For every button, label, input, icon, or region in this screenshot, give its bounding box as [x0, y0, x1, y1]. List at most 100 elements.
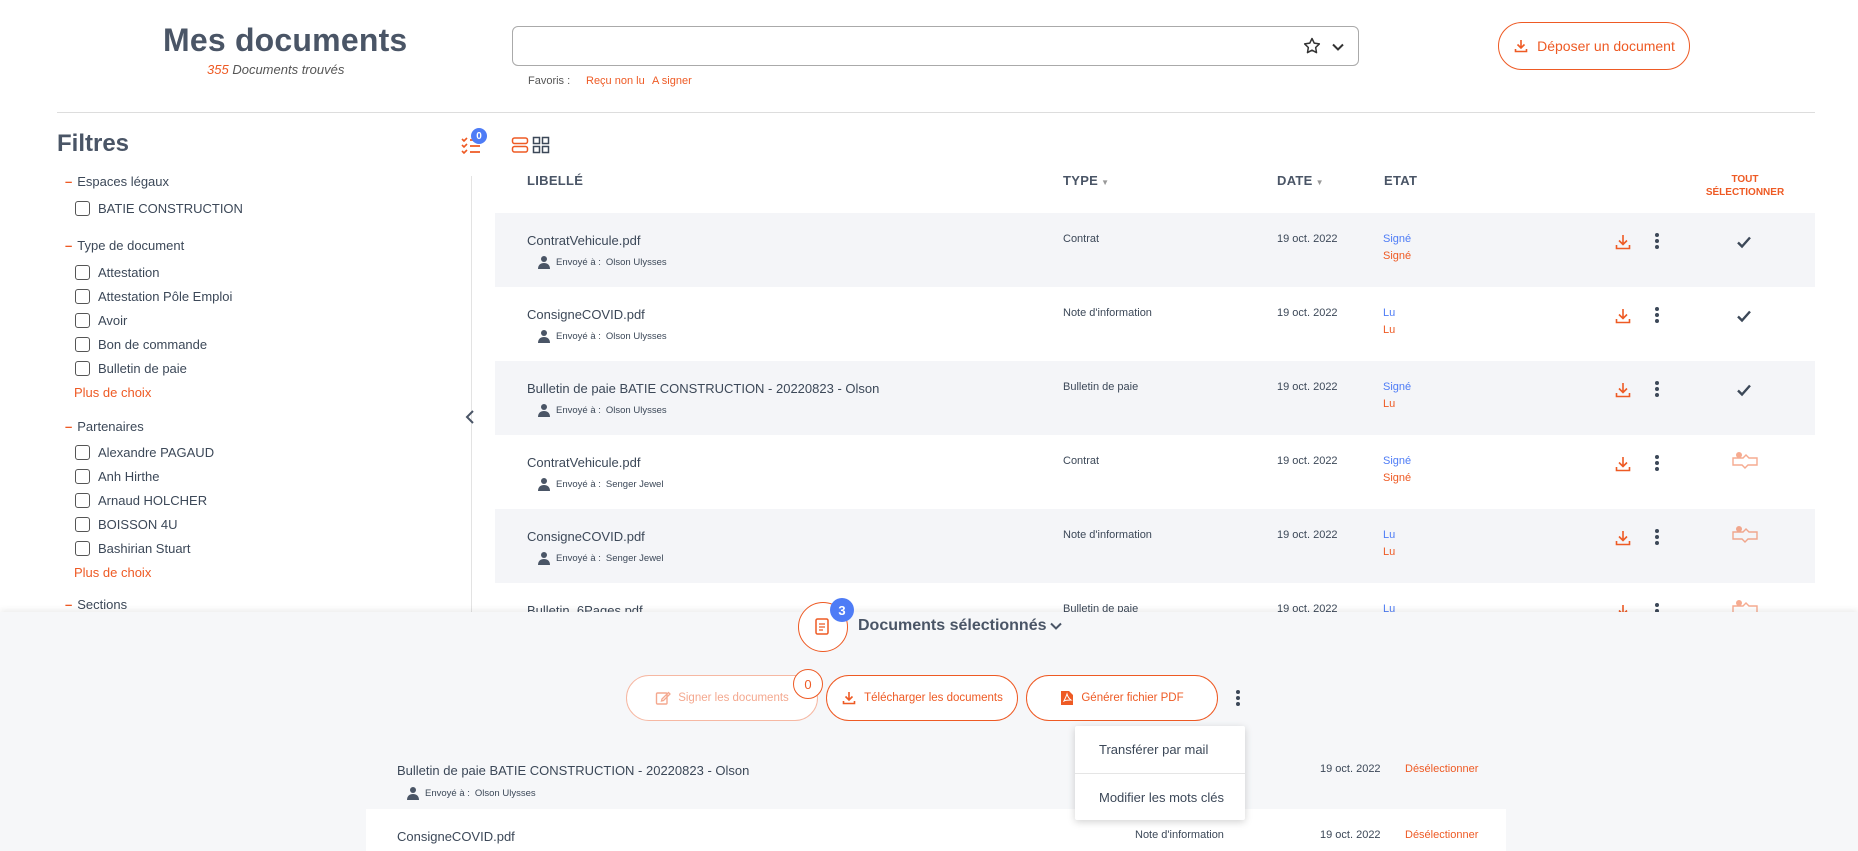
- filter-item-label: Bashirian Stuart: [98, 541, 191, 556]
- more-vertical-icon[interactable]: [1234, 688, 1242, 708]
- grid-view-icon[interactable]: [532, 136, 550, 154]
- check-icon[interactable]: [1735, 233, 1753, 251]
- download-icon[interactable]: [1614, 381, 1632, 399]
- download-icon[interactable]: [1614, 307, 1632, 325]
- filter-item-boisson-4u[interactable]: BOISSON 4U: [75, 517, 177, 532]
- search-input[interactable]: [513, 27, 1273, 65]
- checkbox[interactable]: [75, 493, 90, 508]
- menu-item-transfer-mail[interactable]: Transférer par mail: [1075, 726, 1245, 773]
- documents-found: 355 Documents trouvés: [207, 62, 344, 77]
- download-icon[interactable]: [1614, 455, 1632, 473]
- check-icon[interactable]: [1735, 307, 1753, 325]
- chevron-down-icon[interactable]: [1048, 618, 1064, 634]
- generate-pdf-button[interactable]: Générer fichier PDF: [1026, 675, 1218, 721]
- sort-down-icon: ▼: [1101, 178, 1110, 187]
- checkbox[interactable]: [75, 313, 90, 328]
- column-header-etat: ETAT: [1384, 173, 1418, 188]
- star-icon[interactable]: [1302, 36, 1322, 56]
- download-icon[interactable]: [1614, 529, 1632, 547]
- search-bar: [512, 26, 1359, 66]
- table-row[interactable]: ContratVehicule.pdf Envoyé à : Senger Jew…: [495, 435, 1815, 509]
- list-view-icon[interactable]: [511, 136, 529, 154]
- select-hand-icon[interactable]: [1730, 449, 1760, 475]
- document-date: 19 oct. 2022: [1277, 529, 1338, 541]
- documents-count: 355: [207, 62, 229, 77]
- checkbox[interactable]: [75, 517, 90, 532]
- filter-item-batie-construction[interactable]: BATIE CONSTRUCTION: [75, 201, 243, 216]
- user-icon: [538, 330, 550, 343]
- filter-item-label: Attestation Pôle Emploi: [98, 289, 233, 304]
- more-choices-link[interactable]: Plus de choix: [74, 565, 151, 580]
- sent-to-name: Olson Ulysses: [474, 787, 536, 799]
- more-vertical-icon[interactable]: [1653, 305, 1661, 325]
- column-header-type[interactable]: TYPE ▼: [1063, 173, 1109, 188]
- favorite-link-to-sign[interactable]: A signer: [652, 75, 692, 87]
- select-hand-icon[interactable]: [1730, 523, 1760, 549]
- filter-item-avoir[interactable]: Avoir: [75, 313, 127, 328]
- status-secondary: Lu: [1383, 324, 1396, 336]
- filter-item-label: Attestation: [98, 265, 160, 280]
- table-row[interactable]: ConsigneCOVID.pdf Envoyé à : Senger Jewel…: [495, 509, 1815, 583]
- deselect-link[interactable]: Désélectionner: [1405, 829, 1478, 841]
- download-icon: [842, 692, 856, 705]
- favorite-link-unread[interactable]: Reçu non lu: [586, 75, 645, 87]
- filter-item-bulletin-de-paie[interactable]: Bulletin de paie: [75, 361, 187, 376]
- user-icon: [538, 552, 550, 565]
- more-choices-link[interactable]: Plus de choix: [74, 385, 151, 400]
- menu-item-edit-keywords[interactable]: Modifier les mots clés: [1075, 774, 1245, 821]
- document-name[interactable]: ContratVehicule.pdf: [527, 233, 640, 248]
- filter-item-bon-de-commande[interactable]: Bon de commande: [75, 337, 207, 352]
- deposit-document-button[interactable]: Déposer un document: [1498, 22, 1690, 70]
- filter-item-label: Arnaud HOLCHER: [98, 493, 208, 508]
- documents-found-label: Documents trouvés: [232, 62, 345, 77]
- filter-item-attestation-pole-emploi[interactable]: Attestation Pôle Emploi: [75, 289, 232, 304]
- document-name[interactable]: ConsigneCOVID.pdf: [527, 307, 645, 322]
- select-all-label: SÉLECTIONNER: [1705, 187, 1785, 198]
- sent-to-name: Olson Ulysses: [605, 256, 667, 268]
- table-row[interactable]: ContratVehicule.pdf Envoyé à : Olson Ulys…: [495, 213, 1815, 287]
- filter-item-arnaud-holcher[interactable]: Arnaud HOLCHER: [75, 493, 207, 508]
- document-name[interactable]: Bulletin de paie BATIE CONSTRUCTION - 20…: [527, 381, 879, 396]
- filter-item-anh-hirthe[interactable]: Anh Hirthe: [75, 469, 159, 484]
- document-date: 19 oct. 2022: [1277, 455, 1338, 467]
- filter-item-alexandre-pagaud[interactable]: Alexandre PAGAUD: [75, 445, 214, 460]
- edit-icon: [656, 691, 672, 705]
- filter-group-sections[interactable]: – Sections: [65, 597, 127, 612]
- selected-document-date: 19 oct. 2022: [1320, 829, 1381, 841]
- checkbox[interactable]: [75, 469, 90, 484]
- filter-item-bashirian-stuart[interactable]: Bashirian Stuart: [75, 541, 191, 556]
- checkbox[interactable]: [75, 289, 90, 304]
- download-documents-label: Télécharger les documents: [864, 692, 1003, 704]
- checkbox[interactable]: [75, 361, 90, 376]
- app-root: Mes documents 355 Documents trouvés Favo…: [0, 0, 1858, 851]
- download-documents-button[interactable]: Télécharger les documents: [826, 675, 1018, 721]
- checkbox[interactable]: [75, 201, 90, 216]
- filter-group-document-type[interactable]: – Type de document: [65, 238, 184, 253]
- checkbox[interactable]: [75, 337, 90, 352]
- select-all-button[interactable]: TOUT SÉLECTIONNER: [1697, 173, 1793, 199]
- more-vertical-icon[interactable]: [1653, 527, 1661, 547]
- more-vertical-icon[interactable]: [1653, 453, 1661, 473]
- filter-group-partners[interactable]: – Partenaires: [65, 419, 144, 434]
- more-vertical-icon[interactable]: [1653, 231, 1661, 251]
- checkbox[interactable]: [75, 265, 90, 280]
- checkbox[interactable]: [75, 541, 90, 556]
- sign-documents-button[interactable]: Signer les documents: [626, 675, 818, 721]
- status-primary: Signé: [1383, 381, 1412, 393]
- more-vertical-icon[interactable]: [1653, 379, 1661, 399]
- filter-item-label: BATIE CONSTRUCTION: [98, 201, 243, 216]
- filter-item-attestation[interactable]: Attestation: [75, 265, 159, 280]
- document-name[interactable]: ContratVehicule.pdf: [527, 455, 640, 470]
- chevron-left-icon[interactable]: [463, 408, 477, 426]
- download-icon[interactable]: [1614, 233, 1632, 251]
- table-row[interactable]: Bulletin de paie BATIE CONSTRUCTION - 20…: [495, 361, 1815, 435]
- chevron-down-icon[interactable]: [1330, 39, 1346, 55]
- check-icon[interactable]: [1735, 381, 1753, 399]
- user-icon: [538, 256, 550, 269]
- deselect-link[interactable]: Désélectionner: [1405, 763, 1478, 775]
- filter-group-legal-spaces[interactable]: – Espaces légaux: [65, 174, 169, 189]
- column-header-date[interactable]: DATE ▼: [1277, 173, 1324, 188]
- table-row[interactable]: ConsigneCOVID.pdf Envoyé à : Olson Ulysse…: [495, 287, 1815, 361]
- checkbox[interactable]: [75, 445, 90, 460]
- document-name[interactable]: ConsigneCOVID.pdf: [527, 529, 645, 544]
